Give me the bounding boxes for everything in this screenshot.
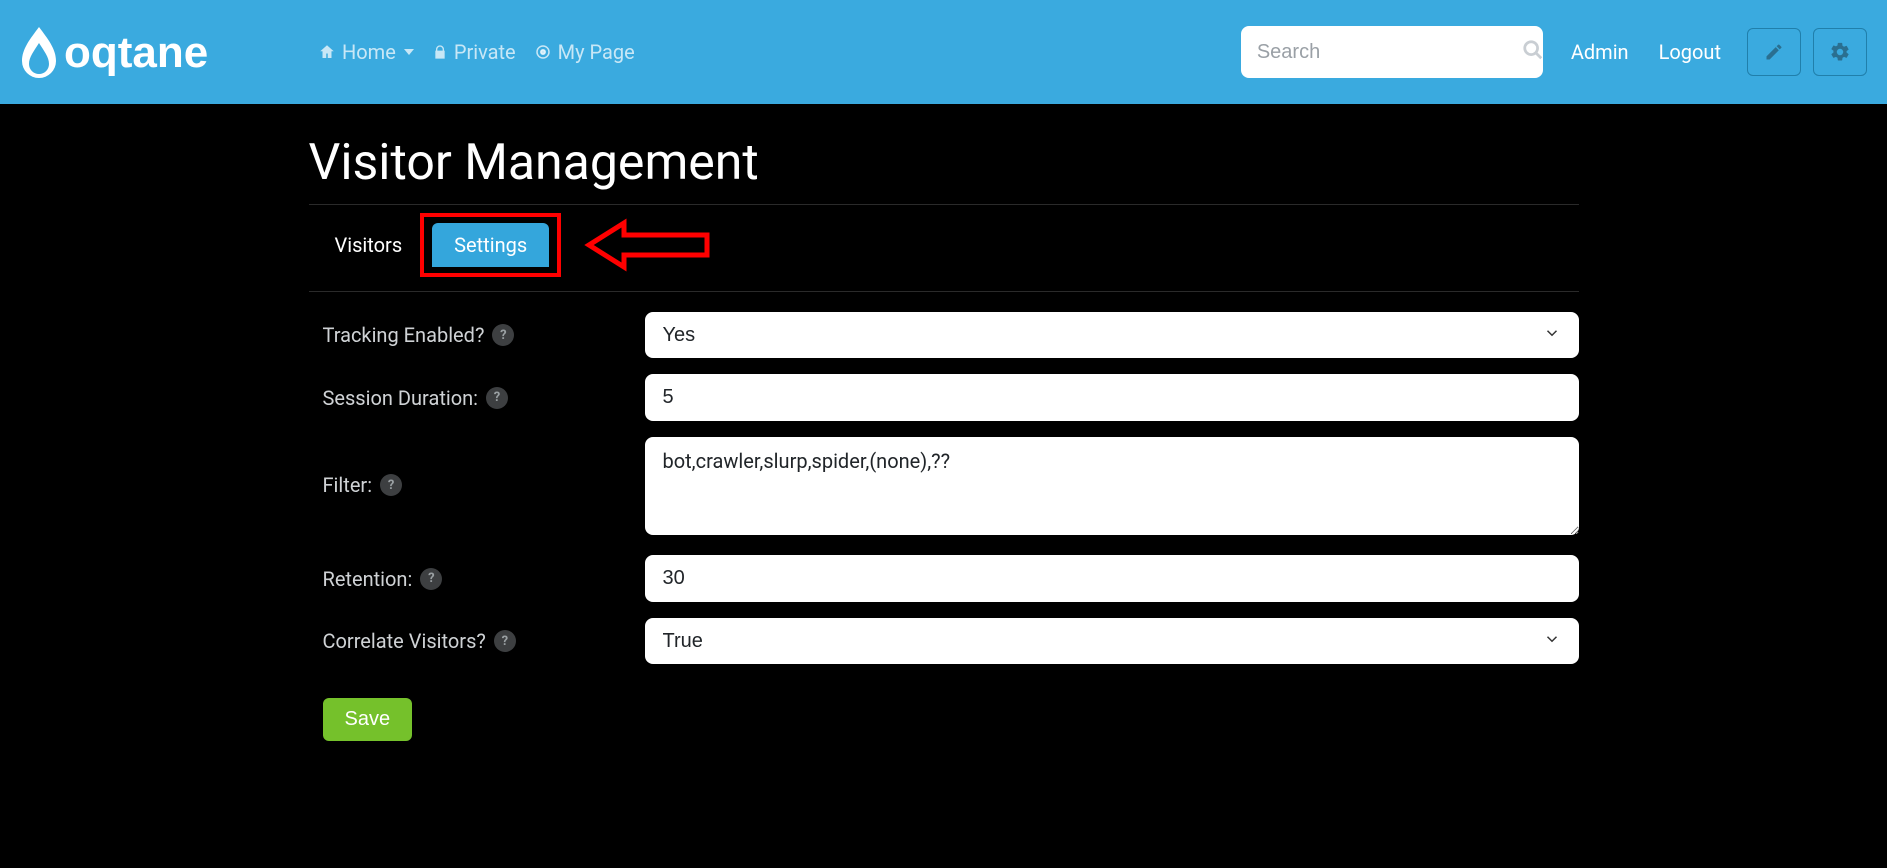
annotation-highlight-box: Settings: [420, 213, 561, 277]
page-container: Visitor Management Visitors Settings Tra…: [309, 104, 1579, 781]
logout-link[interactable]: Logout: [1659, 40, 1721, 64]
help-icon[interactable]: ?: [494, 630, 516, 652]
nav-mypage-label: My Page: [558, 40, 635, 64]
save-button[interactable]: Save: [323, 698, 413, 741]
page-title: Visitor Management: [309, 134, 1579, 192]
divider: [309, 291, 1579, 292]
label-correlate: Correlate Visitors?: [323, 629, 486, 653]
pencil-icon: [1764, 42, 1784, 62]
toolbar-buttons: [1747, 28, 1867, 76]
row-filter: Filter: ? bot,crawler,slurp,spider,(none…: [309, 437, 1579, 539]
brand-logo-icon: oqtane: [18, 21, 288, 83]
search-icon[interactable]: [1522, 39, 1544, 65]
label-tracking: Tracking Enabled?: [323, 323, 485, 347]
annotation-arrow-icon: [579, 215, 719, 275]
label-session: Session Duration:: [323, 386, 479, 410]
nav-home[interactable]: Home: [318, 40, 414, 64]
chevron-down-icon: [404, 49, 414, 55]
tabs: Visitors Settings: [309, 205, 1579, 285]
row-correlate: Correlate Visitors? ? True: [309, 618, 1579, 664]
settings-button[interactable]: [1813, 28, 1867, 76]
correlate-select[interactable]: True: [645, 618, 1579, 664]
nav-private-label: Private: [454, 40, 516, 64]
row-tracking: Tracking Enabled? ? Yes: [309, 312, 1579, 358]
label-filter: Filter:: [323, 473, 373, 497]
gear-icon: [1829, 41, 1851, 63]
nav-links: Home Private My Page: [318, 40, 635, 64]
nav-private[interactable]: Private: [432, 40, 516, 64]
help-icon[interactable]: ?: [492, 324, 514, 346]
svg-text:oqtane: oqtane: [64, 28, 208, 77]
row-retention: Retention: ?: [309, 555, 1579, 602]
tab-visitors[interactable]: Visitors: [321, 223, 417, 267]
brand[interactable]: oqtane: [18, 21, 288, 83]
admin-link[interactable]: Admin: [1571, 40, 1629, 64]
home-icon: [318, 43, 336, 61]
help-icon[interactable]: ?: [380, 474, 402, 496]
help-icon[interactable]: ?: [486, 387, 508, 409]
nav-home-label: Home: [342, 40, 396, 64]
auth-links: Admin Logout: [1571, 40, 1721, 64]
navbar: oqtane Home Private My Page Admin Logout: [0, 0, 1887, 104]
tab-settings[interactable]: Settings: [432, 223, 549, 267]
edit-button[interactable]: [1747, 28, 1801, 76]
retention-input[interactable]: [645, 555, 1579, 602]
nav-mypage[interactable]: My Page: [534, 40, 635, 64]
settings-form: Tracking Enabled? ? Yes Session Duration…: [309, 312, 1579, 741]
tracking-select[interactable]: Yes: [645, 312, 1579, 358]
help-icon[interactable]: ?: [420, 568, 442, 590]
row-session: Session Duration: ?: [309, 374, 1579, 421]
target-icon: [534, 43, 552, 61]
search-input[interactable]: [1257, 41, 1522, 64]
filter-textarea[interactable]: bot,crawler,slurp,spider,(none),??: [645, 437, 1579, 535]
search-box: [1241, 26, 1543, 78]
session-input[interactable]: [645, 374, 1579, 421]
lock-icon: [432, 43, 448, 61]
label-retention: Retention:: [323, 567, 413, 591]
